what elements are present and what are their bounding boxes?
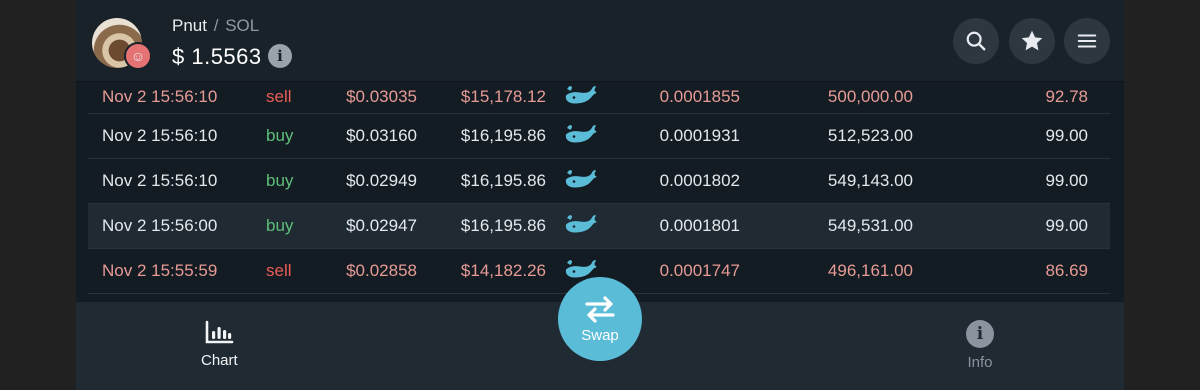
trade-sol-price: 0.0001855 bbox=[659, 86, 740, 106]
pair-base: Pnut bbox=[172, 16, 207, 35]
trade-price: $0.03035 bbox=[346, 86, 417, 106]
trade-time: Nov 2 15:56:00 bbox=[102, 216, 218, 235]
trade-sol-price: 0.0001802 bbox=[659, 171, 740, 190]
swap-label: Swap bbox=[581, 327, 619, 344]
favorite-button[interactable] bbox=[1009, 18, 1055, 64]
trade-time: Nov 2 15:56:10 bbox=[102, 171, 218, 190]
swap-icon bbox=[585, 296, 615, 323]
trade-side: buy bbox=[266, 126, 294, 145]
table-row[interactable]: Nov 2 15:56:00 buy $0.02947 $16,195.86 0… bbox=[88, 204, 1110, 249]
trade-sol-price: 0.0001931 bbox=[659, 126, 740, 145]
trade-sol-price: 0.0001801 bbox=[659, 216, 740, 235]
swap-button[interactable]: Swap bbox=[558, 277, 642, 361]
trade-total: $16,195.86 bbox=[460, 126, 546, 145]
trade-value: 86.69 bbox=[1045, 261, 1088, 280]
pair-quote: SOL bbox=[225, 16, 260, 35]
nav-chart[interactable]: Chart bbox=[201, 320, 238, 369]
trade-value: 99.00 bbox=[1045, 216, 1088, 235]
trade-price: $0.02949 bbox=[346, 171, 417, 190]
price-info-icon[interactable]: i bbox=[268, 44, 292, 68]
trade-total: $16,195.86 bbox=[460, 216, 546, 235]
whale-icon bbox=[564, 168, 598, 195]
search-button[interactable] bbox=[953, 18, 999, 64]
trade-side: sell bbox=[266, 86, 292, 106]
chart-icon bbox=[206, 320, 234, 344]
trade-side: sell bbox=[266, 261, 292, 280]
menu-icon bbox=[1077, 34, 1097, 48]
trade-side: buy bbox=[266, 171, 294, 190]
trade-value: 99.00 bbox=[1045, 126, 1088, 145]
trade-time: Nov 2 15:56:10 bbox=[102, 126, 218, 145]
menu-button[interactable] bbox=[1064, 18, 1110, 64]
trade-price: $0.02858 bbox=[346, 261, 417, 280]
token-price: $ 1.5563 bbox=[172, 44, 262, 69]
nav-chart-label: Chart bbox=[201, 352, 238, 369]
whale-icon bbox=[564, 83, 598, 110]
trades-table: Nov 2 15:56:10 sell $0.03035 $15,178.12 … bbox=[88, 80, 1110, 294]
trade-price: $0.02947 bbox=[346, 216, 417, 235]
trade-amount: 549,143.00 bbox=[827, 171, 913, 190]
search-icon bbox=[966, 31, 986, 51]
trade-side: buy bbox=[266, 216, 294, 235]
table-row[interactable]: Nov 2 15:56:10 buy $0.02949 $16,195.86 0… bbox=[88, 159, 1110, 204]
whale-icon bbox=[564, 123, 598, 150]
app-window: ☺ Pnut / SOL $ 1.5563 i Nov 2 15:56:10 s… bbox=[76, 0, 1124, 390]
trade-sol-price: 0.0001747 bbox=[659, 261, 740, 280]
star-icon bbox=[1021, 30, 1043, 51]
trade-value: 92.78 bbox=[1045, 86, 1088, 106]
trade-amount: 500,000.00 bbox=[827, 86, 913, 106]
trade-amount: 549,531.00 bbox=[827, 216, 913, 235]
info-icon: i bbox=[966, 320, 994, 348]
whale-icon bbox=[564, 213, 598, 240]
table-row[interactable]: Nov 2 15:56:10 sell $0.03035 $15,178.12 … bbox=[88, 80, 1110, 114]
trade-amount: 496,161.00 bbox=[827, 261, 913, 280]
table-row[interactable]: Nov 2 15:56:10 buy $0.03160 $16,195.86 0… bbox=[88, 114, 1110, 159]
trade-amount: 512,523.00 bbox=[827, 126, 913, 145]
trade-total: $14,182.26 bbox=[460, 261, 546, 280]
trade-price: $0.03160 bbox=[346, 126, 417, 145]
token-avatar[interactable]: ☺ bbox=[92, 18, 152, 70]
token-header: ☺ Pnut / SOL $ 1.5563 i bbox=[76, 0, 1124, 82]
smile-badge-icon: ☺ bbox=[124, 42, 152, 70]
nav-info-label: Info bbox=[967, 354, 993, 371]
trade-total: $16,195.86 bbox=[460, 171, 546, 190]
trade-time: Nov 2 15:55:59 bbox=[102, 261, 218, 280]
trade-value: 99.00 bbox=[1045, 171, 1088, 190]
nav-info[interactable]: i Info bbox=[966, 320, 994, 371]
pair-separator: / bbox=[213, 16, 219, 35]
trading-pair: Pnut / SOL bbox=[172, 16, 259, 36]
trade-total: $15,178.12 bbox=[460, 86, 546, 106]
trade-time: Nov 2 15:56:10 bbox=[102, 86, 218, 106]
